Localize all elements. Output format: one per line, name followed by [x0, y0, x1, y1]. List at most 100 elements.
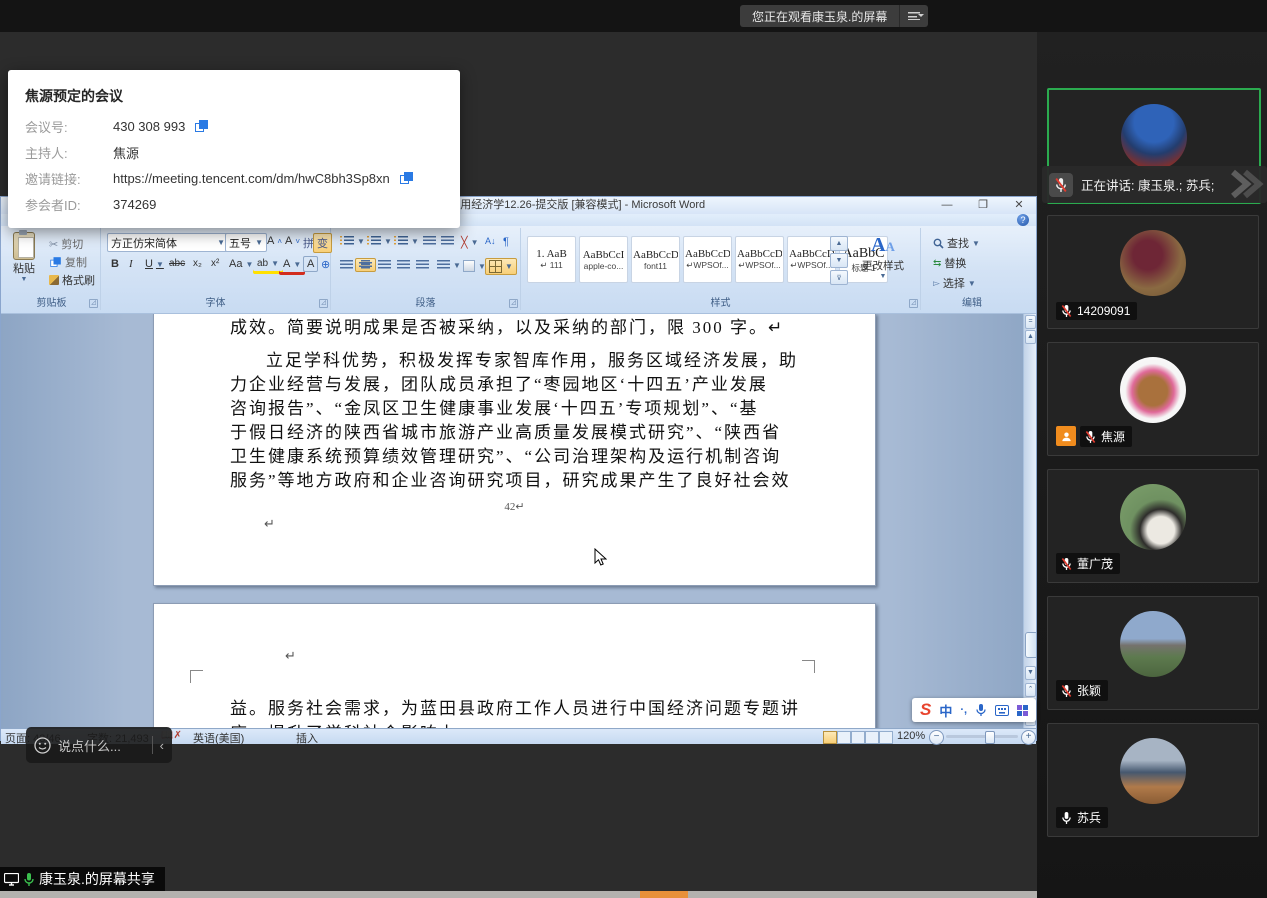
underline-button[interactable]: U▼	[141, 256, 168, 272]
collapse-chat-button[interactable]: ‹	[160, 738, 164, 753]
ime-voice-icon[interactable]	[975, 703, 987, 717]
insert-mode-indicator[interactable]: 插入	[296, 730, 318, 746]
doc-line: 益。服务社会需求，为蓝田县政府工作人员进行中国经济问题专题讲	[230, 696, 810, 721]
minimize-button[interactable]: —	[936, 198, 958, 212]
style-card[interactable]: AaBbCcDc ↵WPSOf...	[735, 236, 784, 283]
font-name-combo[interactable]: 方正仿宋简体▼	[107, 233, 229, 252]
chat-quick-input[interactable]: 说点什么... ‹	[26, 727, 172, 763]
font-color-button[interactable]: A▼	[279, 256, 305, 272]
restore-button[interactable]: ❐	[972, 198, 994, 212]
sogou-ime-bar: S 中 ·,	[912, 698, 1036, 722]
copy-invite-link-icon[interactable]	[400, 172, 413, 185]
search-icon	[933, 238, 944, 249]
copy-meeting-id-icon[interactable]	[195, 120, 208, 133]
strikethrough-button[interactable]: abc	[165, 256, 189, 271]
superscript-button[interactable]: x²	[207, 256, 223, 271]
app-window: 您正在观看康玉泉.的屏幕 授权点基本状态信息表--应用经济学12.26-提交版 …	[0, 0, 1267, 898]
fullscreen-reading-view-button[interactable]	[837, 731, 851, 744]
ime-toolbox-icon[interactable]	[1017, 705, 1028, 716]
style-card[interactable]: AaBbCcDc ↵WPSOf...	[683, 236, 732, 283]
find-button[interactable]: 查找▼	[929, 233, 984, 253]
align-right-button[interactable]	[374, 258, 395, 272]
borders-button[interactable]: ▼	[485, 258, 517, 275]
sort-button[interactable]: A↓	[481, 234, 500, 248]
mic-muted-icon	[1061, 557, 1072, 571]
asian-layout-button[interactable]: ╳▼	[457, 234, 483, 251]
bold-button[interactable]: B	[107, 256, 123, 272]
ime-keyboard-icon[interactable]	[995, 705, 1009, 716]
scroll-down-button[interactable]: ▼	[1025, 666, 1036, 680]
align-center-button[interactable]	[355, 258, 376, 272]
zoom-in-button[interactable]: +	[1021, 730, 1036, 745]
show-marks-button[interactable]: ¶	[499, 234, 513, 250]
select-button[interactable]: ▻ 选择▼	[929, 273, 980, 293]
clipboard-dialog-launcher[interactable]: ◿	[89, 299, 98, 308]
participant-id-label: 参会者ID:	[25, 195, 113, 214]
zoom-out-button[interactable]: −	[929, 730, 944, 745]
sogou-logo-icon[interactable]: S	[920, 700, 931, 720]
participant-tile[interactable]: 苏兵	[1047, 723, 1259, 837]
participant-name: 苏兵	[1077, 809, 1101, 826]
split-handle[interactable]: =	[1025, 315, 1036, 329]
copy-button[interactable]: 复制	[45, 252, 91, 272]
gallery-expand-button[interactable]: ⊽	[830, 270, 848, 285]
outline-view-button[interactable]	[865, 731, 879, 744]
participant-name: 焦源	[1101, 428, 1125, 445]
gallery-up-button[interactable]: ▲	[830, 236, 848, 251]
font-group-label: 字体	[101, 294, 330, 309]
print-layout-view-button[interactable]	[823, 731, 837, 744]
avatar	[1120, 230, 1186, 296]
participant-tile[interactable]: 14209091	[1047, 215, 1259, 329]
zoom-slider-thumb[interactable]	[985, 731, 995, 744]
font-dialog-launcher[interactable]: ◿	[319, 299, 328, 308]
gallery-down-button[interactable]: ▼	[830, 253, 848, 268]
paragraph-dialog-launcher[interactable]: ◿	[509, 299, 518, 308]
italic-button[interactable]: I	[125, 256, 137, 272]
zoom-slider-track[interactable]	[946, 735, 1018, 738]
justify-button[interactable]	[393, 258, 414, 272]
browse-prev-button[interactable]: ⌃	[1025, 683, 1036, 697]
participant-tile[interactable]: 董广茂	[1047, 469, 1259, 583]
ime-language-toggle[interactable]: 中	[939, 701, 952, 720]
style-card[interactable]: AaBbCcDc ↵WPSOf...	[787, 236, 836, 283]
document-area[interactable]: 成效。简要说明成果是否被采纳，以及采纳的部门，限 300 字。↵ 立足学科优势，…	[1, 314, 1036, 728]
emoji-icon[interactable]	[34, 737, 51, 754]
character-style-button[interactable]: 变	[313, 233, 332, 253]
scroll-thumb[interactable]	[1025, 632, 1036, 658]
speaking-now-text: 正在讲话: 康玉泉.; 苏兵;	[1081, 175, 1214, 194]
style-card[interactable]: 1. AaB ↵ 111	[527, 236, 576, 283]
avatar	[1120, 738, 1186, 804]
shared-taskbar-strip	[0, 891, 1037, 898]
margin-mark	[190, 670, 203, 683]
participant-tile[interactable]: 张颖	[1047, 596, 1259, 710]
paste-button[interactable]: 粘贴 ▼	[7, 232, 41, 283]
participant-tile-host[interactable]: 焦源	[1047, 342, 1259, 456]
screen-options-menu-button[interactable]	[899, 5, 928, 27]
subscript-button[interactable]: x₂	[189, 256, 206, 271]
chat-input-placeholder[interactable]: 说点什么...	[58, 736, 145, 755]
style-card[interactable]: AaBbCcDc font11	[631, 236, 680, 283]
format-painter-button[interactable]: 格式刷	[45, 270, 99, 290]
align-left-button[interactable]	[336, 258, 357, 272]
change-styles-button[interactable]: AA 更改样式 ▼	[853, 234, 913, 280]
scroll-up-button[interactable]: ▲	[1025, 330, 1036, 344]
styles-dialog-launcher[interactable]: ◿	[909, 299, 918, 308]
language-indicator[interactable]: 英语(美国)	[193, 730, 244, 746]
meeting-top-bar: 您正在观看康玉泉.的屏幕	[0, 0, 1267, 32]
draft-view-button[interactable]	[879, 731, 893, 744]
ime-punctuation-toggle[interactable]: ·,	[960, 704, 967, 716]
style-card[interactable]: AaBbCcI apple-co...	[579, 236, 628, 283]
paragraph-mark: ↵	[285, 648, 296, 664]
font-size-combo[interactable]: 五号▼	[225, 233, 267, 252]
replace-button[interactable]: ⇆ 替换	[929, 253, 970, 273]
zoom-level[interactable]: 120%	[897, 730, 925, 742]
cut-button[interactable]: ✂ 剪切	[45, 234, 87, 254]
multilevel-list-button[interactable]: ▼	[390, 234, 423, 248]
mic-muted-icon	[1085, 430, 1096, 444]
increase-indent-button[interactable]	[437, 234, 458, 248]
web-layout-view-button[interactable]	[851, 731, 865, 744]
help-button[interactable]: ?	[1017, 214, 1029, 226]
close-button[interactable]: ✕	[1008, 198, 1030, 212]
vertical-scrollbar[interactable]: = ▲ ▼ ⌃ • ⌄	[1023, 314, 1036, 728]
distribute-button[interactable]	[412, 258, 433, 272]
